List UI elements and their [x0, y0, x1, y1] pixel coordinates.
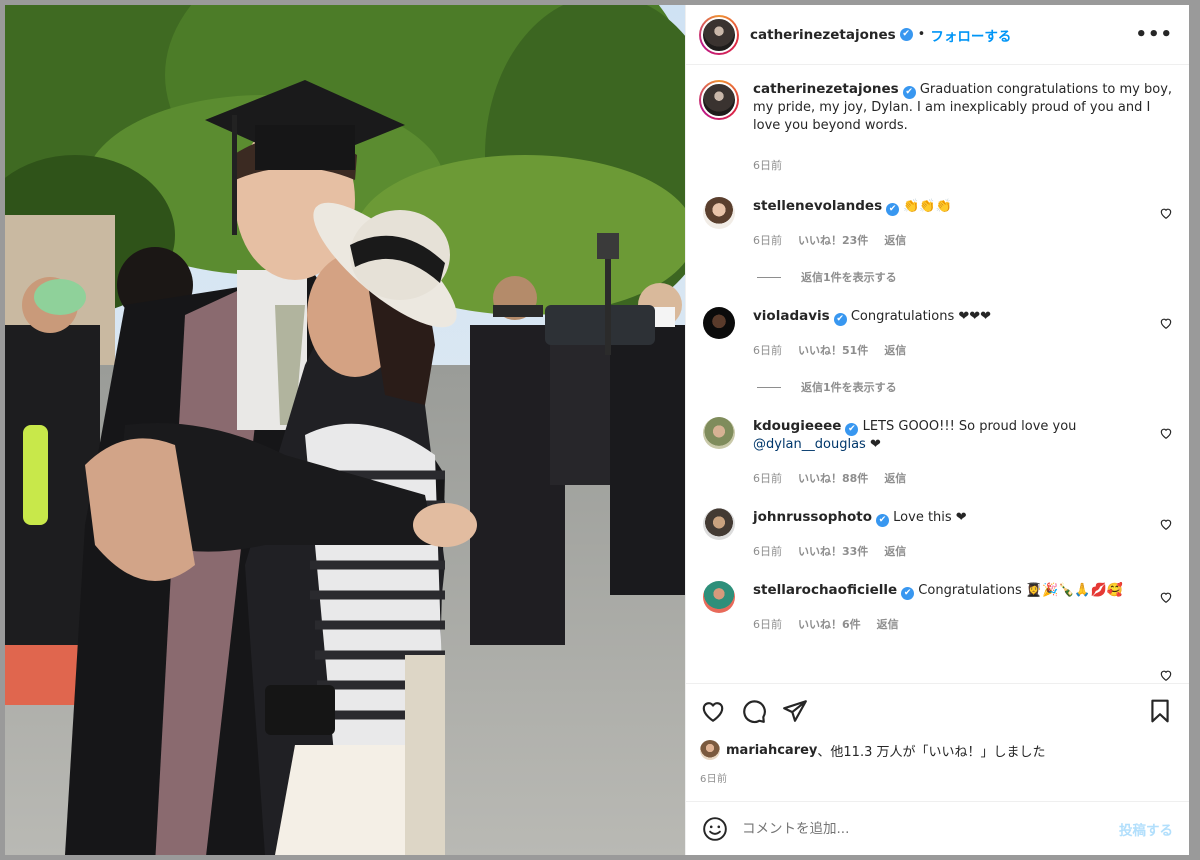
commenter-username[interactable]: stellenevolandes	[753, 198, 882, 214]
verified-badge-icon: ✔	[886, 203, 900, 216]
post-comment-button[interactable]: 投稿する	[1119, 819, 1173, 839]
comment-item: stellenevolandes ✔ 👏👏👏 6日前 いいね！23件 返信 返信1…	[699, 197, 1173, 285]
comment-input[interactable]	[742, 820, 1119, 837]
comment-like-count[interactable]: いいね！51件	[798, 342, 868, 358]
graduation-photo-illustration	[5, 5, 685, 855]
comment-heart-icon[interactable]	[1159, 590, 1173, 604]
commenter-username[interactable]: kdougieeee	[753, 418, 841, 434]
comment-heart-icon[interactable]	[1159, 426, 1173, 440]
post-actions: mariahcarey 、他11.3 万人が「いいね！」しました 6日前	[686, 683, 1189, 785]
comment-time[interactable]: 6日前	[753, 342, 782, 358]
separator-dot: •	[917, 27, 926, 42]
comment-text: Congratulations 👩‍🎓🎉🍾🙏💋🥰	[918, 583, 1123, 598]
likes-summary: mariahcarey 、他11.3 万人が「いいね！」しました	[700, 740, 1173, 760]
comment-heart-icon[interactable]	[1159, 206, 1173, 220]
more-icon[interactable]: •••	[1135, 24, 1173, 45]
comment-item: violadavis ✔ Congratulations ❤❤❤ 6日前 いいね！…	[699, 307, 1173, 395]
instagram-post: catherinezetajones ✔ • フォローする ••• cather…	[5, 5, 1189, 855]
reply-line	[757, 386, 781, 388]
share-icon[interactable]	[782, 698, 808, 724]
reply-button[interactable]: 返信	[884, 342, 906, 358]
commenter-username[interactable]: johnrussophoto	[753, 509, 872, 525]
commenter-username[interactable]: stellarochaoficielle	[753, 582, 897, 598]
comment-item: stellarochaoficielle ✔ Congratulations 👩‍…	[699, 581, 1173, 632]
verified-badge-icon: ✔	[845, 423, 859, 436]
comments-list[interactable]: catherinezetajones ✔ Graduation congratul…	[686, 66, 1189, 682]
reply-button[interactable]: 返信	[884, 470, 906, 486]
emoji-icon[interactable]	[702, 816, 728, 842]
comment-like-count[interactable]: いいね！6件	[798, 616, 861, 632]
post-header: catherinezetajones ✔ • フォローする •••	[686, 5, 1189, 65]
commenter-avatar[interactable]	[703, 508, 735, 540]
comment-like-count[interactable]: いいね！33件	[798, 543, 868, 559]
author-avatar[interactable]	[699, 14, 739, 55]
commenter-avatar[interactable]	[703, 197, 735, 229]
commenter-avatar[interactable]	[703, 581, 735, 613]
screenshot-frame: catherinezetajones ✔ • フォローする ••• cather…	[0, 0, 1200, 860]
view-replies-button[interactable]: 返信1件を表示する	[757, 379, 1145, 395]
comment-icon[interactable]	[741, 698, 767, 724]
verified-badge-icon: ✔	[901, 587, 915, 600]
comment-text: Love this ❤	[893, 510, 967, 525]
comment-time[interactable]: 6日前	[753, 232, 782, 248]
comment-item: kdougieeee ✔ LETS GOOO!!! So proud love y…	[699, 417, 1173, 486]
comment-time[interactable]: 6日前	[753, 616, 782, 632]
verified-badge-icon: ✔	[833, 313, 847, 326]
comment-text: LETS GOOO!!! So proud love you	[862, 419, 1077, 434]
comment-item: johnrussophoto ✔ Love this ❤ 6日前 いいね！33件 …	[699, 508, 1173, 559]
comment-time[interactable]: 6日前	[753, 543, 782, 559]
post-date[interactable]: 6日前	[700, 770, 1173, 785]
heart-icon[interactable]	[700, 698, 726, 724]
post-side-panel: catherinezetajones ✔ • フォローする ••• cather…	[685, 5, 1189, 855]
reply-button[interactable]: 返信	[884, 232, 906, 248]
likes-count-text[interactable]: 、他11.3 万人が「いいね！」しました	[817, 741, 1045, 760]
caption-time[interactable]: 6日前	[753, 157, 782, 173]
comment-heart-icon[interactable]	[1159, 316, 1173, 330]
follow-button[interactable]: フォローする	[930, 25, 1011, 45]
verified-badge-icon: ✔	[902, 86, 916, 99]
verified-badge-icon: ✔	[899, 28, 913, 41]
comment-heart-icon[interactable]	[1159, 668, 1173, 682]
liker-username[interactable]: mariahcarey	[726, 743, 817, 758]
user-mention-link[interactable]: @dylan__douglas	[753, 437, 866, 452]
add-comment-bar: 投稿する	[686, 801, 1189, 855]
post-photo[interactable]	[5, 5, 685, 855]
comment-text-end: ❤	[865, 437, 881, 452]
commenter-username[interactable]: violadavis	[753, 308, 830, 324]
comment-heart-icon[interactable]	[1159, 517, 1173, 531]
reply-button[interactable]: 返信	[884, 543, 906, 559]
view-replies-button[interactable]: 返信1件を表示する	[757, 269, 1145, 285]
reply-button[interactable]: 返信	[877, 616, 899, 632]
comment-like-count[interactable]: いいね！88件	[798, 470, 868, 486]
commenter-avatar[interactable]	[703, 307, 735, 339]
comment-time[interactable]: 6日前	[753, 470, 782, 486]
comment-like-count[interactable]: いいね！23件	[798, 232, 868, 248]
verified-badge-icon: ✔	[876, 514, 890, 527]
comment-text: Congratulations ❤❤❤	[850, 309, 992, 324]
caption-avatar[interactable]	[699, 80, 739, 120]
bookmark-icon[interactable]	[1147, 698, 1173, 724]
caption-username[interactable]: catherinezetajones	[753, 81, 899, 97]
post-caption: catherinezetajones ✔ Graduation congratul…	[699, 80, 1173, 173]
liker-avatar[interactable]	[700, 740, 720, 760]
comment-text: 👏👏👏	[903, 199, 952, 214]
commenter-avatar[interactable]	[703, 417, 735, 449]
action-icons	[700, 694, 1173, 728]
reply-line	[757, 276, 781, 278]
author-username[interactable]: catherinezetajones	[750, 27, 896, 43]
